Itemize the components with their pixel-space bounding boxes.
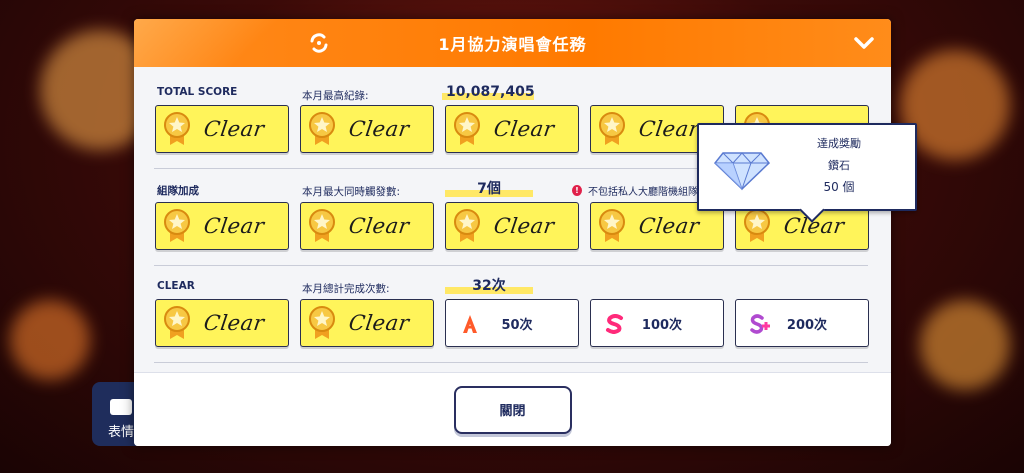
clear-mission-tile-1[interactable]: Clear	[155, 299, 289, 347]
clear-text: Clear	[492, 117, 556, 141]
score-mission-tile-1[interactable]: Clear	[155, 105, 289, 153]
header-decoration	[134, 19, 294, 67]
clear-text: Clear	[492, 214, 556, 238]
clear-mission-tile-2[interactable]: Clear	[300, 299, 434, 347]
reward-title: 達成獎勵	[817, 137, 861, 150]
clear-text: Clear	[202, 311, 266, 335]
team-mission-tile-1[interactable]: Clear	[155, 202, 289, 250]
reward-amount: 50 個	[823, 180, 855, 194]
medal-icon	[454, 112, 480, 145]
reward-item: 鑽石	[828, 159, 850, 172]
total-clear-value: 32次	[445, 278, 533, 294]
medal-icon	[744, 209, 770, 242]
clear-text: Clear	[202, 117, 266, 141]
rank-a-icon	[463, 315, 477, 333]
reward-tooltip: 達成獎勵 鑽石 50 個	[697, 123, 917, 223]
total-clear-label: 本月總計完成次數:	[302, 283, 390, 295]
clear-text: Clear	[637, 117, 701, 141]
medal-icon	[309, 209, 335, 242]
rank-a-label: 50次	[501, 317, 533, 333]
warning-icon: !	[572, 185, 582, 196]
rank-a-mission-tile[interactable]: 50次	[445, 299, 579, 347]
clear-text: Clear	[347, 311, 411, 335]
dialog-header: 1月協力演唱會任務	[134, 19, 891, 67]
rank-s-plus-mission-tile[interactable]: 200次	[735, 299, 869, 347]
medal-icon	[454, 209, 480, 242]
score-mission-tile-2[interactable]: Clear	[300, 105, 434, 153]
best-record-label: 本月最高紀錄:	[302, 90, 369, 102]
clear-row-label: CLEAR	[157, 280, 195, 292]
chevron-down-icon[interactable]	[853, 33, 875, 53]
close-button[interactable]: 關閉	[453, 385, 572, 434]
clear-text: Clear	[202, 214, 266, 238]
dialog-footer: 關閉	[134, 372, 891, 446]
mission-list: TOTAL SCORE 本月最高紀錄: 10,087,405 Clear Cle…	[134, 67, 891, 372]
medal-icon	[164, 306, 190, 339]
medal-icon	[164, 209, 190, 242]
score-mission-tile-3[interactable]: Clear	[445, 105, 579, 153]
total-score-label: TOTAL SCORE	[157, 86, 238, 98]
exclusion-note: ! 不包括私人大廳階機組隊	[572, 183, 698, 198]
medal-icon	[309, 306, 335, 339]
sync-icon	[310, 33, 328, 53]
diamond-icon	[713, 152, 771, 191]
team-mission-tile-2[interactable]: Clear	[300, 202, 434, 250]
medal-icon	[599, 112, 625, 145]
max-trigger-label: 本月最大同時觸發數:	[302, 186, 401, 198]
best-record-value: 10,087,405	[442, 84, 535, 100]
mission-dialog: 1月協力演唱會任務 TOTAL SCORE 本月最高紀錄: 10,087,405…	[134, 19, 891, 446]
team-bonus-label: 組隊加成	[157, 185, 199, 197]
clear-text: Clear	[637, 214, 701, 238]
medal-icon	[164, 112, 190, 145]
clear-text: Clear	[347, 117, 411, 141]
rank-s-icon	[606, 314, 623, 334]
clear-text: Clear	[347, 214, 411, 238]
rank-s-plus-label: 200次	[786, 317, 828, 333]
rank-s-mission-tile[interactable]: 100次	[590, 299, 724, 347]
dialog-title: 1月協力演唱會任務	[438, 35, 587, 54]
exclusion-note-text: 不包括私人大廳階機組隊	[588, 187, 698, 198]
row-divider	[154, 265, 868, 266]
chat-bubble-icon	[110, 399, 132, 415]
medal-icon	[309, 112, 335, 145]
max-trigger-value: 7個	[445, 181, 533, 197]
rank-s-plus-icon	[750, 314, 770, 334]
side-button-label: 表情	[107, 425, 134, 440]
team-mission-tile-3[interactable]: Clear	[445, 202, 579, 250]
medal-icon	[599, 209, 625, 242]
rank-s-label: 100次	[641, 317, 683, 333]
row-divider	[154, 362, 868, 363]
